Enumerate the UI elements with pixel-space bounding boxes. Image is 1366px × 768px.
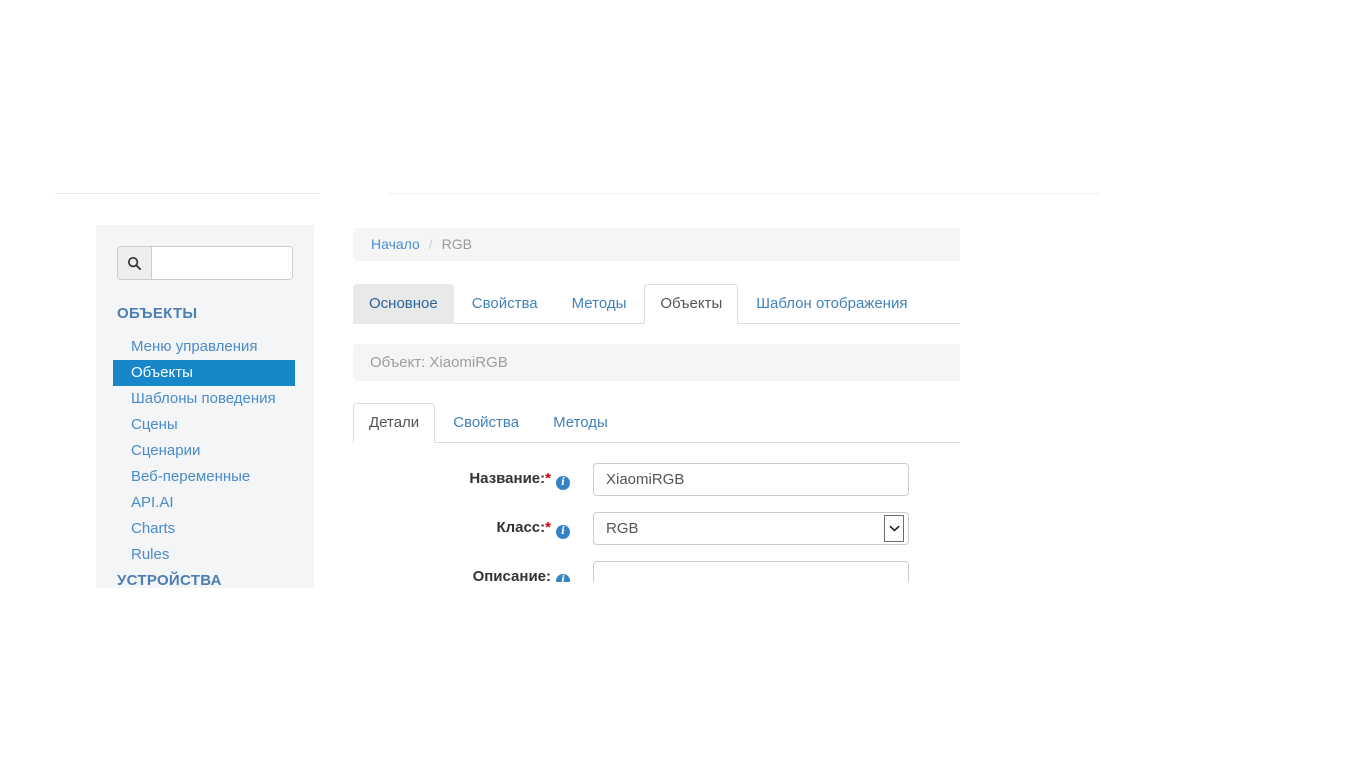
subtab-details[interactable]: Детали [353,403,436,443]
main-content: Начало / RGB Основное Свойства Методы Объе… [353,228,960,582]
sidebar-item-behavior-templates[interactable]: Шаблоны поведения [113,386,295,412]
form-row-class: Класс:* i RGB [353,512,960,545]
sidebar-item-rules[interactable]: Rules [113,542,295,568]
sidebar-item-scenes[interactable]: Сцены [113,412,295,438]
info-icon[interactable]: i [556,525,570,539]
breadcrumb-separator: / [428,236,433,252]
sidebar-section-title-devices: УСТРОЙСТВА [117,572,222,588]
name-label-text: Название: [469,470,546,487]
form-row-name: Название:* i [353,463,960,496]
description-label-text: Описание: [472,568,551,582]
class-field-cell: RGB [593,512,909,545]
sidebar-section-title-objects: ОБЪЕКТЫ [117,305,198,322]
class-required-mark: * [545,519,551,536]
name-input[interactable] [593,463,909,496]
description-field-cell [593,561,909,582]
sidebar-nav: Меню управления Объекты Шаблоны поведени… [96,334,314,568]
name-required-mark: * [545,470,551,487]
object-header-bar: Объект: XiaomiRGB [353,344,960,381]
top-divider-right [388,193,1100,194]
chevron-down-icon[interactable] [884,515,904,542]
top-divider-left [55,193,320,194]
description-textarea[interactable] [593,561,909,582]
tab-methods[interactable]: Методы [556,284,643,324]
name-field-cell [593,463,909,496]
tab-general[interactable]: Основное [353,284,454,324]
sidebar-item-web-variables[interactable]: Веб-переменные [113,464,295,490]
info-icon[interactable]: i [556,574,570,582]
breadcrumb-home-link[interactable]: Начало [371,236,420,252]
sidebar-item-objects[interactable]: Объекты [113,360,295,386]
class-label-text: Класс: [496,519,546,536]
object-header-label: Объект: XiaomiRGB [370,354,508,371]
breadcrumb: Начало / RGB [353,228,960,261]
sidebar: ОБЪЕКТЫ Меню управления Объекты Шаблоны … [96,225,314,588]
sidebar-item-control-menu[interactable]: Меню управления [113,334,295,360]
subtab-methods[interactable]: Методы [537,403,624,443]
subtab-properties[interactable]: Свойства [437,403,535,443]
sidebar-item-scenarios[interactable]: Сценарии [113,438,295,464]
search-icon [127,256,142,270]
sub-tabs: Детали Свойства Методы [353,400,960,443]
info-icon[interactable]: i [556,476,570,490]
breadcrumb-current: RGB [441,236,473,252]
class-select[interactable]: RGB [593,512,909,545]
description-field-label: Описание: i [353,561,570,582]
search-input[interactable] [152,247,292,279]
page: ОБЪЕКТЫ Меню управления Объекты Шаблоны … [0,0,1366,768]
main-tabs: Основное Свойства Методы Объекты Шаблон … [353,283,960,324]
class-field-label: Класс:* i [353,512,570,545]
class-select-value: RGB [606,520,639,537]
object-detail-form: Название:*i Класс:*i RGB [353,463,960,582]
tab-properties[interactable]: Свойства [456,284,554,324]
sidebar-item-api-ai[interactable]: API.AI [113,490,295,516]
sidebar-item-charts[interactable]: Charts [113,516,295,542]
tab-objects[interactable]: Объекты [644,284,739,324]
form-row-description: Описание: i [353,561,960,582]
sidebar-search-box [117,246,293,280]
tab-display-template[interactable]: Шаблон отображения [740,284,923,324]
name-field-label: Название:* i [353,463,570,496]
search-button[interactable] [118,247,152,279]
